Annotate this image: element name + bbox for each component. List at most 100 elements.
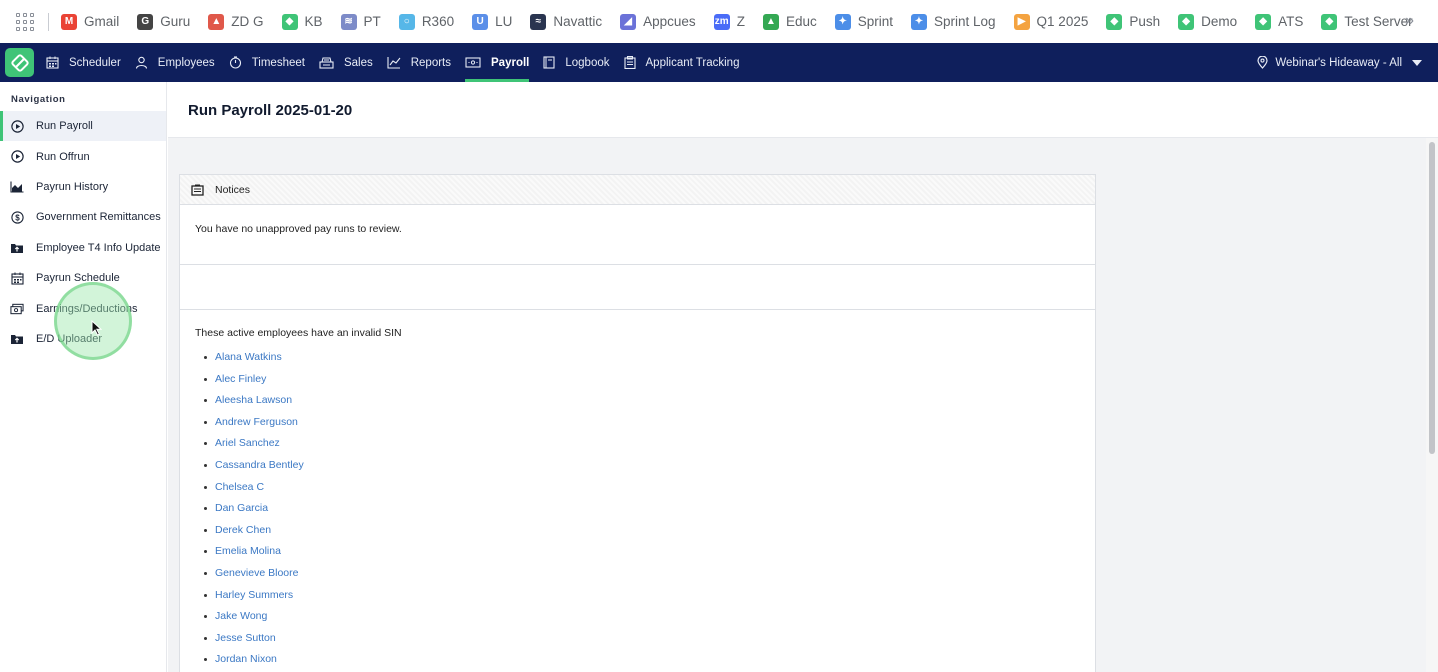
bookmark-sprint-log[interactable]: ✦ Sprint Log [911, 13, 996, 30]
employee-link[interactable]: Genevieve Bloore [215, 567, 298, 579]
bookmarks-bar: M Gmail G Guru ▲ ZD G ◆ KB ≋ PT ○ R360 U LU ≈ Navattic ◢… [0, 0, 1438, 43]
top-navigation: Scheduler Employees Timesheet Sales Reports P… [0, 43, 1438, 82]
jira-icon: ✦ [834, 13, 851, 30]
bookmarks-overflow-icon[interactable]: » [1405, 12, 1414, 30]
employee-link[interactable]: Cassandra Bentley [215, 459, 304, 471]
mouse-cursor-icon [91, 320, 102, 336]
calendar-icon [10, 271, 24, 285]
apps-grid-icon[interactable] [16, 12, 34, 31]
sidebar-item-government-remittances[interactable]: $ Government Remittances [0, 202, 166, 232]
employee-link[interactable]: Dan Garcia [215, 502, 268, 514]
bookmark-push[interactable]: ◆ Push [1106, 13, 1160, 30]
nav-item-reports[interactable]: Reports [387, 43, 451, 82]
nav-item-employees[interactable]: Employees [135, 43, 215, 82]
sidebar-item-label: Government Remittances [36, 211, 161, 224]
nav-item-applicant-tracking[interactable]: Applicant Tracking [623, 43, 739, 82]
empty-notice-section [180, 265, 1095, 310]
calendar-icon [46, 56, 64, 69]
push-icon: ◆ [1106, 13, 1123, 30]
bookmark-lu[interactable]: U LU [472, 13, 512, 30]
bookmark-label: Navattic [553, 14, 603, 29]
bookmark-pt[interactable]: ≋ PT [340, 13, 381, 30]
main-content: Notices You have no unapproved pay runs … [168, 138, 1426, 672]
nav-item-label: Employees [157, 56, 215, 69]
sidebar-item-payrun-history[interactable]: Payrun History [0, 172, 166, 202]
navattic-icon: ≈ [530, 13, 547, 30]
demo-icon: ◆ [1178, 13, 1195, 30]
bookmark-r360[interactable]: ○ R360 [398, 13, 454, 30]
page-header: Run Payroll 2025-01-20 [168, 82, 1438, 138]
sidebar-item-earnings-deductions[interactable]: Earnings/Deductions [0, 293, 166, 323]
zendesk-icon: ▲ [208, 13, 225, 30]
sidebar-item-label: Earnings/Deductions [36, 302, 138, 315]
list-item: Jordan Nixon [204, 653, 1095, 672]
main-scrollbar[interactable] [1426, 138, 1438, 672]
svg-text:$: $ [15, 213, 20, 222]
zoom-icon: zm [713, 13, 730, 30]
list-item: Andrew Ferguson [204, 416, 1095, 438]
person-icon [135, 56, 153, 69]
employee-link[interactable]: Harley Summers [215, 589, 293, 601]
location-selector[interactable]: Webinar's Hideaway - All [1257, 43, 1422, 82]
bookmark-q1-2025[interactable]: ▶ Q1 2025 [1013, 13, 1088, 30]
bookmark-demo[interactable]: ◆ Demo [1178, 13, 1238, 30]
sidebar: Navigation Run Payroll Run Offrun Payrun H… [0, 82, 167, 672]
employee-link[interactable]: Andrew Ferguson [215, 416, 298, 428]
bookmark-educ[interactable]: ▲ Educ [762, 13, 817, 30]
test-server-icon: ◆ [1321, 13, 1338, 30]
sidebar-item-label: Run Payroll [36, 120, 93, 133]
employee-link[interactable]: Jesse Sutton [215, 632, 276, 644]
employee-link[interactable]: Jake Wong [215, 610, 267, 622]
employee-link[interactable]: Alana Watkins [215, 351, 282, 363]
nav-item-logbook[interactable]: Logbook [543, 43, 610, 82]
bookmark-sprint[interactable]: ✦ Sprint [834, 13, 893, 30]
employee-link[interactable]: Aleesha Lawson [215, 394, 292, 406]
employee-link[interactable]: Alec Finley [215, 373, 266, 385]
bookmark-kb[interactable]: ◆ KB [281, 13, 323, 30]
guru-icon: G [137, 13, 154, 30]
notices-header: Notices [180, 175, 1095, 205]
bookmark-appcues[interactable]: ◢ Appcues [620, 13, 696, 30]
list-item: Chelsea C [204, 481, 1095, 503]
cash-icon [10, 302, 24, 316]
nav-item-sales[interactable]: Sales [319, 43, 373, 82]
app-logo-icon[interactable] [5, 48, 34, 77]
bookmark-gmail[interactable]: M Gmail [61, 13, 119, 30]
bookmark-label: Z [736, 14, 745, 29]
employee-link[interactable]: Derek Chen [215, 524, 271, 536]
sidebar-item-run-offrun[interactable]: Run Offrun [0, 141, 166, 171]
bookmark-ats[interactable]: ◆ ATS [1255, 13, 1303, 30]
sidebar-item-label: Payrun History [36, 180, 109, 193]
play-circle-icon [10, 150, 24, 164]
bookmark-z[interactable]: zm Z [713, 13, 745, 30]
bookmark-label: Demo [1201, 14, 1238, 29]
sidebar-item-run-payroll[interactable]: Run Payroll [0, 111, 166, 142]
sidebar-item-employee-t4-info-update[interactable]: Employee T4 Info Update [0, 233, 166, 263]
list-item: Jesse Sutton [204, 632, 1095, 654]
bookmark-test-server[interactable]: ◆ Test Server [1321, 13, 1413, 30]
sidebar-item-e-d-uploader[interactable]: E/D Uploader [0, 324, 166, 354]
nav-item-label: Timesheet [251, 56, 305, 69]
employee-link[interactable]: Emelia Molina [215, 545, 281, 557]
bookmark-guru[interactable]: G Guru [137, 13, 190, 30]
nav-item-label: Payroll [491, 56, 530, 69]
nav-item-timesheet[interactable]: Timesheet [229, 43, 305, 82]
employee-link[interactable]: Ariel Sanchez [215, 437, 280, 449]
nav-item-scheduler[interactable]: Scheduler [46, 43, 121, 82]
bookmark-navattic[interactable]: ≈ Navattic [530, 13, 603, 30]
nav-item-payroll[interactable]: Payroll [465, 43, 530, 82]
location-label: Webinar's Hideaway - All [1275, 56, 1402, 69]
bookmark-label: Test Server [1344, 14, 1413, 29]
dollar-circle-icon: $ [10, 210, 24, 224]
play-circle-icon [10, 119, 24, 133]
notices-panel: Notices You have no unapproved pay runs … [179, 174, 1096, 672]
employee-link[interactable]: Chelsea C [215, 481, 264, 493]
list-item: Harley Summers [204, 589, 1095, 611]
employee-link[interactable]: Jordan Nixon [215, 653, 277, 665]
scrollbar-thumb[interactable] [1429, 142, 1435, 454]
bookmark-label: Sprint [857, 14, 893, 29]
sidebar-item-payrun-schedule[interactable]: Payrun Schedule [0, 263, 166, 293]
chart-icon [387, 56, 406, 69]
bookmark-zd-g[interactable]: ▲ ZD G [208, 13, 264, 30]
bookmark-label: ZD G [231, 14, 264, 29]
